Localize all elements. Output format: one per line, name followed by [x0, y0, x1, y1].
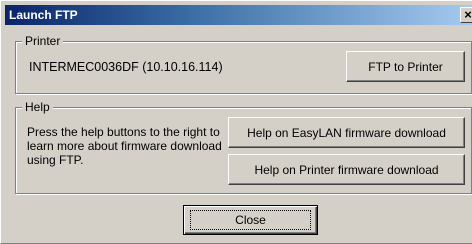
- title-bar[interactable]: Launch FTP ×: [5, 5, 472, 25]
- help-description: Press the help buttons to the right to l…: [27, 125, 222, 167]
- help-printer-firmware-button[interactable]: Help on Printer firmware download: [228, 154, 465, 185]
- help-easylan-firmware-button[interactable]: Help on EasyLAN firmware download: [228, 117, 465, 148]
- close-button[interactable]: Close: [183, 205, 318, 235]
- ftp-to-printer-button[interactable]: FTP to Printer: [346, 51, 465, 82]
- help-group-legend: Help: [22, 100, 53, 114]
- close-button-label: Close: [190, 210, 311, 230]
- close-icon[interactable]: ×: [460, 7, 472, 23]
- window-title: Launch FTP: [9, 8, 78, 22]
- printer-group-legend: Printer: [22, 34, 64, 48]
- launch-ftp-dialog: Launch FTP × Printer INTERMEC0036DF (10.…: [0, 0, 472, 244]
- printer-name: INTERMEC0036DF (10.10.16.114): [29, 60, 223, 74]
